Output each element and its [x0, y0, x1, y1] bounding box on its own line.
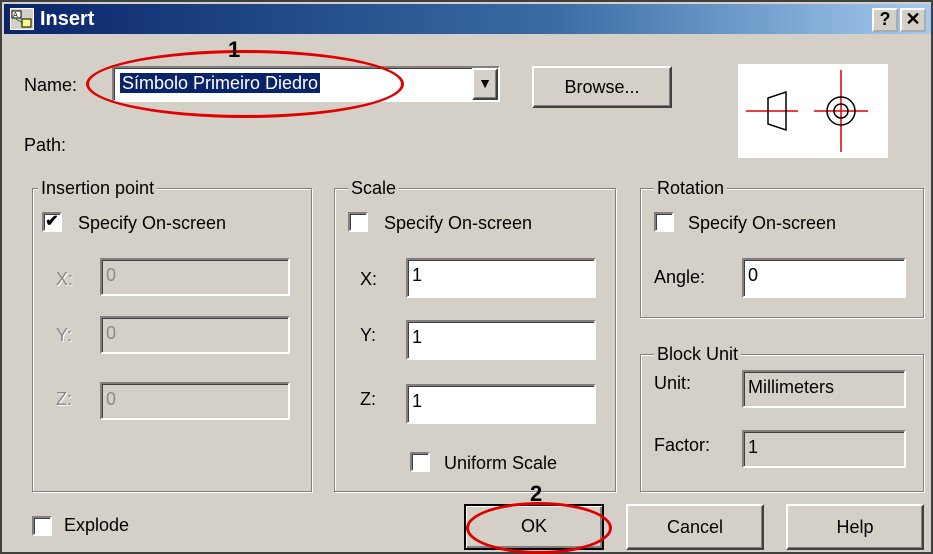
rotation-specify-label: Specify On-screen [688, 213, 837, 233]
scale-x-label: X: [360, 269, 378, 289]
path-label: Path: [24, 135, 67, 155]
insertion-specify-checkbox[interactable]: ✔ [42, 212, 62, 232]
title-bar[interactable]: A Insert ? ✕ [4, 4, 931, 34]
annotation-ring-ok [466, 502, 612, 554]
insertion-x-field[interactable]: 0 [100, 258, 290, 296]
scale-specify-checkbox[interactable] [348, 212, 368, 232]
svg-text:A: A [13, 11, 18, 19]
help-glyph: ? [879, 9, 891, 29]
rotation-specify-checkbox[interactable] [654, 212, 674, 232]
name-label: Name: [24, 75, 78, 95]
block-unit-legend: Block Unit [654, 343, 742, 365]
unit-label: Unit: [654, 373, 692, 393]
insertion-specify-label: Specify On-screen [78, 213, 227, 233]
scale-z-label: Z: [360, 389, 376, 409]
insertion-point-legend: Insertion point [38, 177, 158, 199]
close-icon: ✕ [905, 9, 921, 29]
window-title: Insert [40, 8, 95, 30]
explode-label: Explode [64, 515, 130, 535]
first-angle-symbol-icon [746, 70, 868, 152]
scale-y-label: Y: [360, 325, 377, 345]
scale-x-field[interactable]: 1 [406, 258, 596, 298]
scale-y-field[interactable]: 1 [406, 320, 596, 360]
insertion-z-label: Z: [56, 389, 72, 409]
insertion-z-field[interactable]: 0 [100, 382, 290, 420]
rotation-legend: Rotation [654, 177, 728, 199]
checkmark-icon: ✔ [45, 213, 59, 230]
scale-z-field[interactable]: 1 [406, 384, 596, 424]
uniform-scale-label: Uniform Scale [444, 453, 558, 473]
chevron-down-icon: ▼ [478, 75, 492, 91]
factor-field: 1 [742, 430, 906, 468]
annotation-marker-1: 1 [228, 37, 241, 62]
help-title-button[interactable]: ? [872, 8, 898, 32]
factor-label: Factor: [654, 435, 711, 455]
insertion-y-label: Y: [56, 325, 73, 345]
explode-checkbox[interactable] [32, 516, 52, 536]
block-preview [738, 64, 888, 158]
scale-legend: Scale [348, 177, 400, 199]
uniform-scale-checkbox[interactable] [410, 452, 430, 472]
insert-dialog: A Insert ? ✕ Name: Símbolo Primeiro Died… [0, 0, 933, 554]
insertion-x-label: X: [56, 269, 74, 289]
browse-button[interactable]: Browse... [532, 66, 672, 108]
cancel-button[interactable]: Cancel [626, 504, 764, 550]
unit-field: Millimeters [742, 370, 906, 408]
insertion-y-field[interactable]: 0 [100, 316, 290, 354]
app-icon: A [10, 8, 34, 30]
scale-specify-label: Specify On-screen [384, 213, 533, 233]
help-button[interactable]: Help [786, 504, 924, 550]
annotation-marker-2: 2 [530, 481, 543, 506]
rotation-group [640, 188, 924, 318]
angle-field[interactable]: 0 [742, 258, 906, 298]
name-dropdown-button[interactable]: ▼ [472, 68, 498, 100]
close-button[interactable]: ✕ [900, 8, 926, 32]
annotation-ring-name [86, 50, 404, 118]
angle-label: Angle: [654, 267, 706, 287]
